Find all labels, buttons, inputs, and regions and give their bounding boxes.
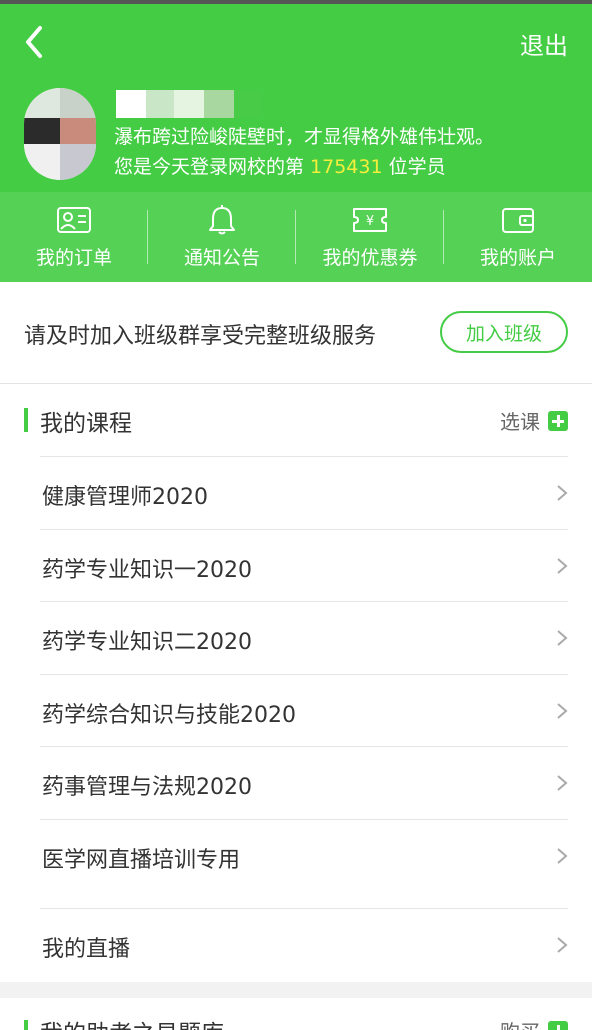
course-item-label: 健康管理师2020 <box>42 485 208 510</box>
user-card-icon <box>57 206 91 233</box>
select-course-button[interactable]: 选课 <box>500 406 568 435</box>
course-item[interactable]: 药学专业知识一2020 <box>40 528 568 602</box>
coupon-icon: ¥ <box>353 207 387 232</box>
my-courses-header: 我的课程 选课 <box>0 384 592 456</box>
course-item-label: 药学综合知识与技能2020 <box>42 702 296 728</box>
wallet-icon <box>502 207 534 233</box>
join-class-banner: 请及时加入班级群享受完整班级服务 加入班级 <box>0 282 592 384</box>
chevron-right-icon <box>557 775 568 791</box>
blurred-username <box>116 90 262 118</box>
avatar[interactable] <box>24 88 96 180</box>
chevron-right-icon <box>557 937 568 953</box>
chevron-right-icon <box>557 630 568 646</box>
nav-notices-label: 通知公告 <box>183 246 260 269</box>
course-item[interactable]: 药学综合知识与技能2020 <box>40 673 568 747</box>
course-item-label: 药学专业知识一2020 <box>42 557 252 583</box>
nav-my-coupons-label: 我的优惠券 <box>322 246 418 269</box>
chevron-right-icon <box>557 702 568 719</box>
course-item-label: 药学专业知识二2020 <box>42 630 252 655</box>
question-bank-section: 我的助考之易题库 购买 <box>0 998 592 1030</box>
my-live-label: 我的直播 <box>42 937 131 962</box>
logout-button[interactable]: 退出 <box>520 26 568 61</box>
join-class-button[interactable]: 加入班级 <box>440 311 568 353</box>
course-item-label: 药事管理与法规2020 <box>42 775 252 800</box>
plus-icon <box>548 1020 568 1030</box>
login-rank-text: 您是今天登录网校的第 175431 位学员 <box>114 156 446 178</box>
select-course-label: 选课 <box>500 410 540 434</box>
nav-my-account-label: 我的账户 <box>479 246 556 269</box>
chevron-right-icon <box>557 485 568 501</box>
my-courses-section: 我的课程 选课 健康管理师2020 药学专业知识一2020 药学专业知识二202… <box>0 384 592 982</box>
nav-my-orders-label: 我的订单 <box>35 246 112 269</box>
course-list: 健康管理师2020 药学专业知识一2020 药学专业知识二2020 药学综合知识… <box>40 456 568 891</box>
nav-my-account[interactable]: 我的账户 <box>444 192 592 282</box>
section-accent-bar <box>24 1020 28 1030</box>
chevron-right-icon <box>557 847 568 864</box>
section-gap <box>0 982 592 998</box>
join-class-text: 请及时加入班级群享受完整班级服务 <box>24 324 377 349</box>
course-item[interactable]: 药学专业知识二2020 <box>40 601 568 674</box>
course-item[interactable]: 药事管理与法规2020 <box>40 746 568 819</box>
quick-nav: 我的订单 通知公告 ¥ 我的优惠券 我的账户 <box>0 192 592 282</box>
section-accent-bar <box>24 408 28 432</box>
course-item-label: 医学网直播培训专用 <box>42 847 241 873</box>
course-item[interactable]: 健康管理师2020 <box>40 456 568 529</box>
back-button[interactable] <box>18 22 54 62</box>
plus-icon <box>548 410 568 431</box>
my-live-item[interactable]: 我的直播 <box>40 908 568 982</box>
nav-my-orders[interactable]: 我的订单 <box>0 192 148 282</box>
profile-header: 退出 瀑布跨过险峻陡壁时，才显得格外雄伟壮观。 您是今天登录网校的第 17543… <box>0 4 592 192</box>
chevron-right-icon <box>557 557 568 574</box>
question-bank-title: 我的助考之易题库 <box>40 1014 224 1030</box>
nav-notices[interactable]: 通知公告 <box>148 192 296 282</box>
chevron-left-icon <box>26 26 42 58</box>
nav-my-coupons[interactable]: ¥ 我的优惠券 <box>296 192 444 282</box>
buy-button[interactable]: 购买 <box>500 1016 568 1030</box>
course-item[interactable]: 医学网直播培训专用 <box>40 818 568 892</box>
bell-icon <box>209 204 235 234</box>
svg-text:¥: ¥ <box>366 214 374 229</box>
login-rank-number: 175431 <box>310 156 383 178</box>
my-courses-title: 我的课程 <box>40 411 132 437</box>
buy-label: 购买 <box>500 1016 540 1030</box>
user-motto: 瀑布跨过险峻陡壁时，才显得格外雄伟壮观。 <box>114 126 495 148</box>
